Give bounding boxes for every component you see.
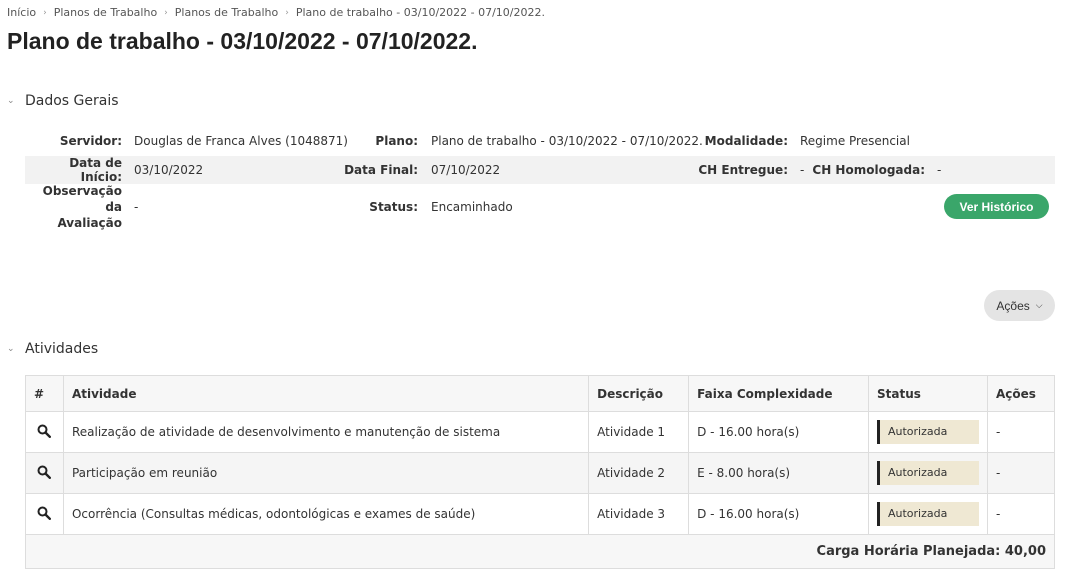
search-icon <box>37 506 52 520</box>
data-inicio-value: 03/10/2022 <box>134 163 204 177</box>
cell-status: Autorizada <box>867 493 988 535</box>
chevron-down-icon: ⌄ <box>7 344 15 354</box>
chevron-right-icon: › <box>43 7 47 18</box>
breadcrumb: Início › Planos de Trabalho › Planos de … <box>7 6 545 19</box>
chevron-right-icon: › <box>285 7 289 18</box>
status-value: Encaminhado <box>431 200 513 214</box>
carga-horaria-total: Carga Horária Planejada: 40,00 <box>25 534 1055 569</box>
table-row: Realização de atividade de desenvolvimen… <box>25 411 1056 453</box>
acoes-label: Ações <box>996 298 1030 313</box>
cell-status: Autorizada <box>867 452 988 494</box>
info-row-1: Servidor: Douglas de Franca Alves (10488… <box>25 127 1055 155</box>
cell-atividade: Realização de atividade de desenvolvimen… <box>62 411 590 453</box>
plano-label: Plano: <box>375 134 418 148</box>
col-header-atividade: Atividade <box>62 375 590 412</box>
breadcrumb-current: Plano de trabalho - 03/10/2022 - 07/10/2… <box>295 6 545 19</box>
observacao-value: - <box>134 200 139 214</box>
status-label: Status: <box>369 200 418 214</box>
col-header-index: # <box>25 375 64 412</box>
status-badge: Autorizada <box>876 461 979 485</box>
ch-homologada-label: CH Homologada: <box>812 163 925 177</box>
chevron-down-icon: ⌄ <box>7 96 15 106</box>
status-badge: Autorizada <box>876 420 979 444</box>
observacao-label-line1: Observação da <box>42 184 122 214</box>
section-dados-gerais-toggle[interactable]: ⌄ Dados Gerais <box>7 93 119 109</box>
cell-faixa: E - 8.00 hora(s) <box>688 452 869 494</box>
ver-historico-button[interactable]: Ver Histórico <box>944 194 1049 219</box>
cell-acoes: - <box>986 452 1056 494</box>
chevron-down-icon: ⌵ <box>1035 300 1043 310</box>
col-header-status: Status <box>867 375 988 412</box>
modalidade-value: Regime Presencial <box>800 134 910 148</box>
data-final-value: 07/10/2022 <box>431 163 501 177</box>
breadcrumb-inicio[interactable]: Início <box>7 6 36 19</box>
info-row-3: Observação da Avaliação - Status: Encami… <box>25 184 1055 230</box>
table-footer-row: Carga Horária Planejada: 40,00 <box>25 534 1055 569</box>
section-atividades-toggle[interactable]: ⌄ Atividades <box>7 341 98 357</box>
chevron-right-icon: › <box>164 7 168 18</box>
acoes-dropdown-button[interactable]: Ações ⌵ <box>984 290 1055 321</box>
row-view-button[interactable] <box>25 411 64 453</box>
servidor-label: Servidor: <box>59 134 122 148</box>
page-title: Plano de trabalho - 03/10/2022 - 07/10/2… <box>7 28 478 54</box>
ch-homologada-value: - <box>937 163 942 177</box>
cell-descricao: Atividade 2 <box>588 452 690 494</box>
ch-entregue-value: - <box>800 163 805 177</box>
table-row: Ocorrência (Consultas médicas, odontológ… <box>25 493 1056 535</box>
ch-entregue-label: CH Entregue: <box>698 163 788 177</box>
cell-descricao: Atividade 3 <box>588 493 690 535</box>
cell-atividade: Participação em reunião <box>62 452 590 494</box>
cell-faixa: D - 16.00 hora(s) <box>688 411 869 453</box>
search-icon <box>37 424 52 438</box>
info-row-2: Data de Início: 03/10/2022 Data Final: 0… <box>25 156 1055 184</box>
row-view-button[interactable] <box>25 452 64 494</box>
plano-value: Plano de trabalho - 03/10/2022 - 07/10/2… <box>431 134 703 148</box>
table-header-row: # Atividade Descrição Faixa Complexidade… <box>25 375 1056 412</box>
section-dados-gerais-title: Dados Gerais <box>25 93 119 109</box>
section-atividades-title: Atividades <box>25 341 99 357</box>
servidor-value: Douglas de Franca Alves (1048871) <box>134 134 348 148</box>
col-header-descricao: Descrição <box>588 375 690 412</box>
cell-faixa: D - 16.00 hora(s) <box>688 493 869 535</box>
breadcrumb-planos-1[interactable]: Planos de Trabalho <box>54 6 157 19</box>
search-icon <box>37 465 52 479</box>
cell-descricao: Atividade 1 <box>588 411 690 453</box>
cell-acoes: - <box>986 493 1056 535</box>
atividades-table: # Atividade Descrição Faixa Complexidade… <box>25 375 1056 569</box>
table-row: Participação em reunião Atividade 2 E - … <box>25 452 1056 494</box>
status-badge: Autorizada <box>876 502 979 526</box>
row-view-button[interactable] <box>25 493 64 535</box>
cell-atividade: Ocorrência (Consultas médicas, odontológ… <box>62 493 590 535</box>
cell-status: Autorizada <box>867 411 988 453</box>
breadcrumb-planos-2[interactable]: Planos de Trabalho <box>175 6 278 19</box>
data-final-label: Data Final: <box>344 163 418 177</box>
col-header-faixa: Faixa Complexidade <box>688 375 869 412</box>
cell-acoes: - <box>986 411 1056 453</box>
modalidade-label: Modalidade: <box>704 134 788 148</box>
col-header-acoes: Ações <box>986 375 1056 412</box>
observacao-label: Observação da Avaliação <box>25 183 122 231</box>
observacao-label-line2: Avaliação <box>57 216 122 230</box>
data-inicio-label: Data de Início: <box>69 156 122 184</box>
